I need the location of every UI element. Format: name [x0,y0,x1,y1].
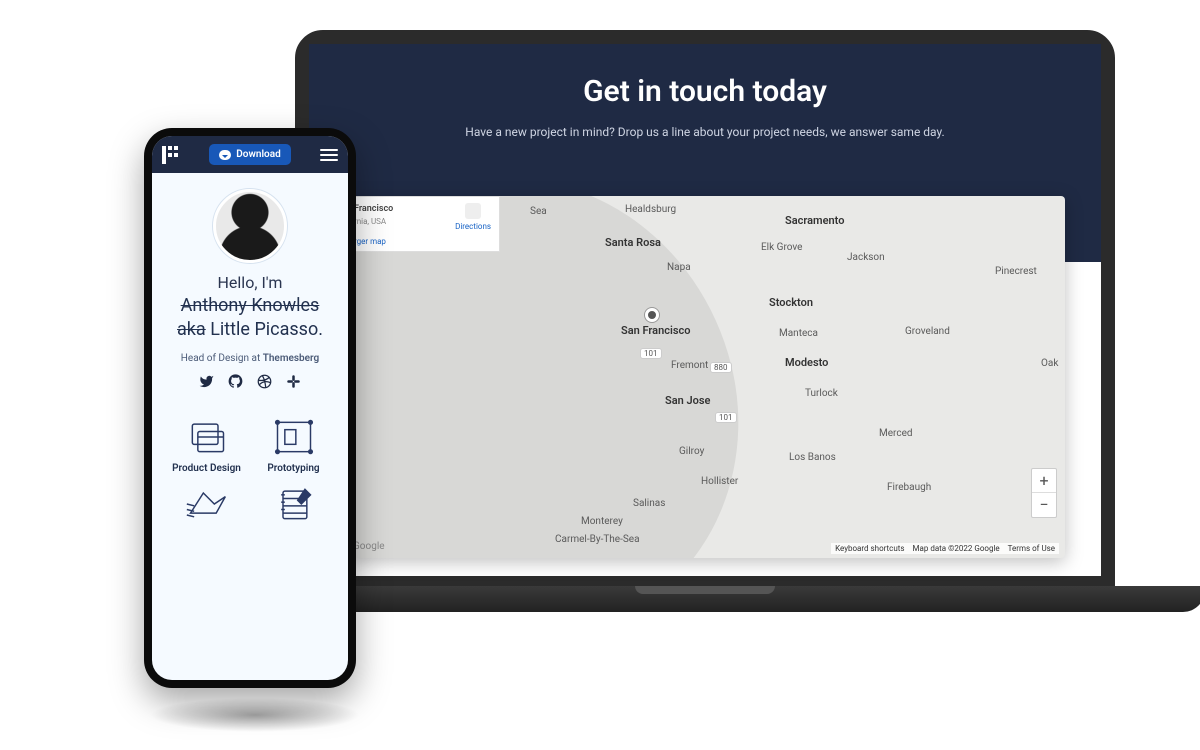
map-label-elk-grove: Elk Grove [761,242,802,253]
laptop-screen: Get in touch today Have a new project in… [309,44,1101,576]
dribbble-icon[interactable] [257,374,272,393]
map-label-stockton: Stockton [769,296,813,309]
github-icon[interactable] [228,374,243,393]
cloud-download-icon [219,150,231,160]
layers-icon [185,417,229,457]
keyboard-shortcuts-link[interactable]: Keyboard shortcuts [835,544,904,553]
skill-notebook[interactable] [253,484,334,530]
map-footer: Keyboard shortcuts Map data ©2022 Google… [831,543,1059,554]
map-label-jackson: Jackson [847,252,885,263]
contact-subtitle: Have a new project in mind? Drop us a li… [369,123,1041,142]
brand-logo-icon[interactable] [162,146,180,164]
map-label-san-jose: San Jose [665,394,710,407]
profile-section: Hello, I'm Anthony Knowles aka Little Pi… [152,173,348,413]
social-row [168,374,332,393]
map-label-salinas: Salinas [633,498,665,509]
skills-grid: Product Design Prototyping [152,413,348,534]
view-larger-map-link[interactable]: rger map [354,236,491,247]
slack-icon[interactable] [286,374,301,393]
map-label-sea: Sea [530,206,547,217]
skill-prototyping[interactable]: Prototyping [253,417,334,474]
zoom-in-button[interactable]: + [1032,469,1056,493]
map-label-healdsburg: Healdsburg [625,204,676,215]
google-logo: Google [353,541,385,552]
aka-struck: aka [177,319,206,340]
zoom-out-button[interactable]: − [1032,493,1056,517]
map-info-title: Francisco [354,203,393,216]
map-pin [645,308,659,322]
hamburger-menu-button[interactable] [320,149,338,161]
route-badge: 101 [640,348,662,359]
route-badge: 880 [710,362,732,373]
paper-bird-icon [185,484,229,524]
map-label-santa-rosa: Santa Rosa [605,236,661,249]
route-badge: 101 [715,412,737,423]
skill-product-design[interactable]: Product Design [166,417,247,474]
phone-shadow [150,698,360,732]
download-button[interactable]: Download [209,144,290,165]
role-line: Head of Design at Themesberg [168,353,332,364]
map-data-label: Map data ©2022 Google [913,544,1000,553]
directions-button[interactable]: Directions [455,203,491,232]
zoom-control: + − [1031,468,1057,518]
map-label-oak: Oak [1041,358,1058,369]
terms-link[interactable]: Terms of Use [1008,544,1055,553]
map-label-los-banos: Los Banos [789,452,836,463]
map-label-merced: Merced [879,428,913,439]
map-panel[interactable]: Sea Healdsburg Santa Rosa Napa Sacrament… [345,196,1065,558]
alias-name: Little Picasso. [210,319,323,340]
bounding-box-icon [272,417,316,457]
map-label-manteca: Manteca [779,328,818,339]
map-label-firebaugh: Firebaugh [887,482,931,493]
twitter-icon[interactable] [199,374,214,393]
map-label-san-francisco: San Francisco [621,324,690,337]
map-label-pinecrest: Pinecrest [995,266,1037,277]
map-label-monterey: Monterey [581,516,623,527]
directions-icon [465,203,481,219]
hello-label: Hello, I'm [168,273,332,292]
company-name: Themesberg [263,353,320,364]
skill-origami[interactable] [166,484,247,530]
map-label-turlock: Turlock [805,388,838,399]
map-label-gilroy: Gilroy [679,446,704,457]
real-name-struck: Anthony Knowles [168,294,332,318]
map-label-hollister: Hollister [701,476,738,487]
avatar [213,189,287,263]
map-label-fremont: Fremont [671,360,708,371]
aka-line: aka Little Picasso. [168,318,332,342]
phone-device: Download Hello, I'm Anthony Knowles aka … [144,128,356,688]
map-label-sacramento: Sacramento [785,214,844,227]
map-label-modesto: Modesto [785,356,828,369]
phone-topbar: Download [152,136,348,173]
map-label-carmel: Carmel-By-The-Sea [555,534,640,545]
laptop-device: Get in touch today Have a new project in… [295,30,1115,590]
map-info-card: Francisco rnia, USA Directions rger map [345,196,500,252]
map-label-groveland: Groveland [905,326,950,337]
phone-screen: Download Hello, I'm Anthony Knowles aka … [152,136,348,680]
contact-title: Get in touch today [369,74,1041,109]
notebook-icon [272,484,316,524]
map-info-sub: rnia, USA [354,217,386,226]
map-label-napa: Napa [667,262,691,273]
